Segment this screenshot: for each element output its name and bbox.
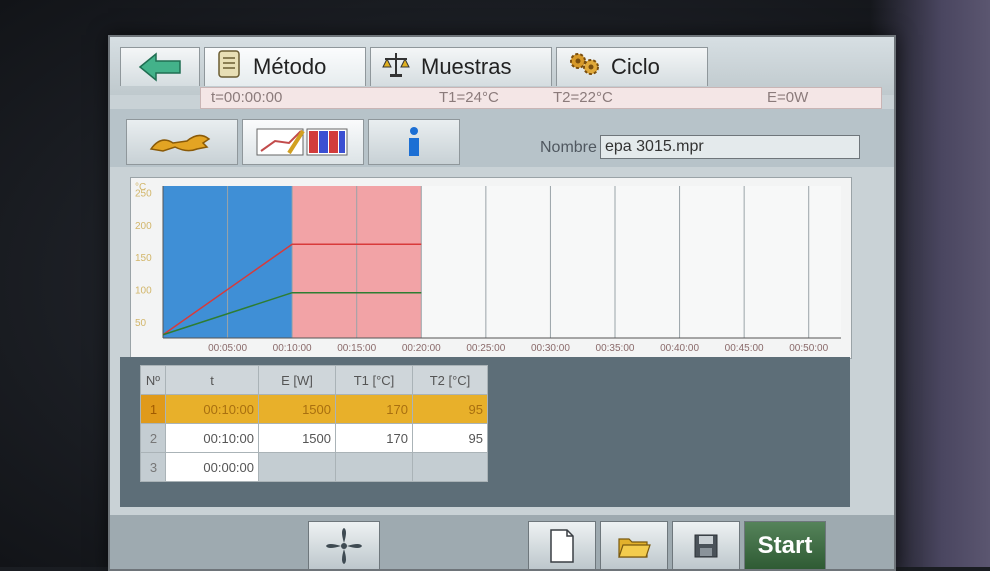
cell-energy[interactable]: 1500 bbox=[258, 423, 336, 453]
scroll-icon bbox=[215, 48, 243, 86]
status-t2: T2=22°C bbox=[553, 89, 613, 106]
name-label: Nombre bbox=[540, 139, 597, 156]
table-header-row: Nº t E [W] T1 [°C] T2 [°C] bbox=[140, 365, 488, 395]
cell-time[interactable]: 00:00:00 bbox=[165, 452, 259, 482]
cell-time[interactable]: 00:10:00 bbox=[165, 394, 259, 424]
tab-metodo-label: Método bbox=[253, 54, 327, 79]
name-input[interactable]: epa 3015.mpr bbox=[600, 135, 860, 159]
fan-icon bbox=[326, 528, 362, 564]
start-button[interactable]: Start bbox=[744, 521, 826, 569]
chart-svg: °C2502001501005000:05:00 00:10:00 00:15:00… bbox=[135, 182, 841, 354]
chart-table-icon bbox=[256, 128, 348, 156]
open-folder-icon bbox=[618, 538, 651, 558]
new-button[interactable] bbox=[528, 521, 596, 569]
cell-energy[interactable] bbox=[258, 452, 336, 482]
header-t1: T1 [°C] bbox=[335, 365, 413, 395]
wrench-icon bbox=[149, 134, 211, 152]
back-button[interactable] bbox=[120, 47, 200, 86]
cell-t2[interactable] bbox=[412, 452, 488, 482]
x-tick-label: 00:10:00 bbox=[273, 343, 312, 354]
y-tick-label: 100 bbox=[135, 285, 152, 296]
table-row[interactable]: 3 00:00:00 bbox=[140, 452, 488, 482]
tab-info[interactable] bbox=[368, 119, 460, 165]
y-tick-label: 250 bbox=[135, 188, 152, 199]
back-arrow-icon bbox=[138, 52, 181, 82]
header-time: t bbox=[165, 365, 259, 395]
status-energy: E=0W bbox=[767, 89, 809, 106]
cell-num: 1 bbox=[140, 394, 166, 424]
cell-t2[interactable]: 95 bbox=[412, 394, 488, 424]
x-tick-label: 00:05:00 bbox=[208, 343, 247, 354]
tab-metodo[interactable]: Método bbox=[204, 47, 366, 86]
status-time: t=00:00:00 bbox=[211, 89, 283, 106]
cell-t1[interactable]: 170 bbox=[335, 394, 413, 424]
tab-tools[interactable] bbox=[126, 119, 238, 165]
status-t1: T1=24°C bbox=[439, 89, 499, 106]
x-tick-label: 00:30:00 bbox=[531, 343, 570, 354]
x-tick-label: 00:25:00 bbox=[466, 343, 505, 354]
bottom-toolbar: Start bbox=[110, 515, 894, 569]
status-bar: t=00:00:00 T1=24°C T2=22°C E=0W bbox=[200, 87, 882, 109]
y-tick-label: 200 bbox=[135, 221, 152, 232]
save-icon bbox=[694, 534, 718, 558]
x-tick-label: 00:45:00 bbox=[725, 343, 764, 354]
x-tick-label: 00:15:00 bbox=[337, 343, 376, 354]
y-tick-label: 50 bbox=[135, 318, 147, 329]
cell-energy[interactable]: 1500 bbox=[258, 394, 336, 424]
cell-num: 3 bbox=[140, 452, 166, 482]
x-tick-label: 00:40:00 bbox=[660, 343, 699, 354]
cell-t1[interactable] bbox=[335, 452, 413, 482]
tab-muestras[interactable]: Muestras bbox=[370, 47, 552, 86]
save-button[interactable] bbox=[672, 521, 740, 569]
open-button[interactable] bbox=[600, 521, 668, 569]
step-table-area: Nº t E [W] T1 [°C] T2 [°C] 1 00:10:00 15… bbox=[120, 357, 850, 507]
header-num: Nº bbox=[140, 365, 166, 395]
tab-ciclo[interactable]: Ciclo bbox=[556, 47, 708, 86]
new-file-icon bbox=[550, 529, 574, 563]
header-energy: E [W] bbox=[258, 365, 336, 395]
tab-muestras-label: Muestras bbox=[421, 54, 512, 79]
table-row[interactable]: 2 00:10:00 1500 170 95 bbox=[140, 423, 488, 453]
temperature-chart: °C 250 200 150 100 50 00:05:00 00:10:00 00:15:00… bbox=[130, 177, 852, 359]
cell-time[interactable]: 00:10:00 bbox=[165, 423, 259, 453]
step-table: Nº t E [W] T1 [°C] T2 [°C] 1 00:10:00 15… bbox=[140, 365, 488, 482]
table-row[interactable]: 1 00:10:00 1500 170 95 bbox=[140, 394, 488, 424]
cell-t2[interactable]: 95 bbox=[412, 423, 488, 453]
scale-icon bbox=[381, 49, 411, 85]
fan-button[interactable] bbox=[308, 521, 380, 569]
tab-program[interactable] bbox=[242, 119, 364, 165]
touch-screen: Método Muestras Ciclo t=00:00:00 T1=24°C… bbox=[108, 35, 896, 571]
info-icon bbox=[409, 127, 419, 156]
cell-num: 2 bbox=[140, 423, 166, 453]
y-tick-label: 150 bbox=[135, 253, 152, 264]
header-t2: T2 [°C] bbox=[412, 365, 488, 395]
x-tick-label: 00:50:00 bbox=[789, 343, 828, 354]
x-tick-label: 00:35:00 bbox=[596, 343, 635, 354]
tab-ciclo-label: Ciclo bbox=[611, 54, 660, 79]
sub-tab-bar: Nombre epa 3015.mpr bbox=[110, 109, 894, 167]
gears-icon bbox=[567, 49, 601, 85]
x-tick-label: 00:20:00 bbox=[402, 343, 441, 354]
cell-t1[interactable]: 170 bbox=[335, 423, 413, 453]
